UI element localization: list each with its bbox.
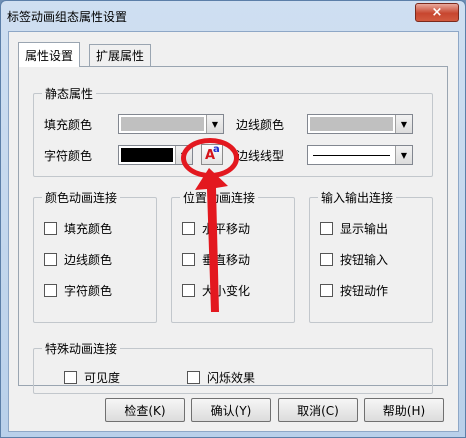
char-color-swatch bbox=[121, 148, 173, 162]
checkbox-label: 填充颜色 bbox=[64, 222, 113, 236]
font-settings-button[interactable]: A a bbox=[201, 144, 223, 165]
chevron-down-icon[interactable]: ▼ bbox=[175, 146, 192, 164]
tab-property-settings[interactable]: 属性设置 bbox=[18, 42, 81, 67]
checkbox[interactable] bbox=[187, 371, 200, 384]
char-color-label: 字符颜色 bbox=[44, 149, 93, 163]
check-button[interactable]: 检查(K) bbox=[105, 398, 185, 422]
checkbox-label: 按钮动作 bbox=[340, 284, 389, 298]
tab-panel: 静态属性 填充颜色 ▼ 边线颜色 ▼ 字符颜色 ▼ A a 边线线型 ▼ 颜色动… bbox=[18, 66, 448, 394]
border-color-label: 边线颜色 bbox=[236, 118, 285, 132]
window-title: 标签动画组态属性设置 bbox=[7, 9, 128, 24]
fill-color-select[interactable]: ▼ bbox=[118, 114, 224, 134]
font-icon-letter-small: a bbox=[213, 144, 220, 155]
checkbox-vertical-move[interactable]: 垂直移动 bbox=[182, 251, 250, 268]
group-title: 位置动画连接 bbox=[180, 189, 259, 206]
checkbox[interactable] bbox=[182, 253, 195, 266]
chevron-down-icon[interactable]: ▼ bbox=[206, 115, 223, 133]
special-animation-group: 特殊动画连接 可见度 闪烁效果 bbox=[33, 340, 433, 394]
checkbox-visibility[interactable]: 可见度 bbox=[64, 369, 120, 386]
fill-color-swatch bbox=[121, 117, 204, 131]
cancel-button[interactable]: 取消(C) bbox=[278, 398, 358, 422]
checkbox-label: 按钮输入 bbox=[340, 253, 389, 267]
checkbox-label: 边线颜色 bbox=[64, 253, 113, 267]
dialog-window: 标签动画组态属性设置 × 属性设置 扩展属性 静态属性 填充颜色 ▼ 边线颜色 bbox=[0, 0, 466, 438]
group-title: 输入输出连接 bbox=[318, 189, 397, 206]
checkbox[interactable] bbox=[320, 222, 333, 235]
checkbox-label: 闪烁效果 bbox=[207, 371, 256, 385]
fill-color-label: 填充颜色 bbox=[44, 118, 93, 132]
checkbox-label: 大小变化 bbox=[202, 284, 251, 298]
checkbox[interactable] bbox=[44, 253, 57, 266]
position-animation-group: 位置动画连接 水平移动 垂直移动 大小变化 bbox=[171, 189, 295, 323]
checkbox-label: 可见度 bbox=[84, 371, 121, 385]
checkbox[interactable] bbox=[320, 284, 333, 297]
border-style-select[interactable]: ▼ bbox=[307, 145, 413, 165]
border-color-select[interactable]: ▼ bbox=[307, 114, 413, 134]
checkbox[interactable] bbox=[182, 284, 195, 297]
checkbox-button-input[interactable]: 按钮输入 bbox=[320, 251, 388, 268]
close-icon: × bbox=[431, 5, 443, 20]
close-button[interactable]: × bbox=[415, 3, 459, 22]
static-properties-group: 静态属性 填充颜色 ▼ 边线颜色 ▼ 字符颜色 ▼ A a 边线线型 ▼ bbox=[33, 85, 433, 177]
chevron-down-icon[interactable]: ▼ bbox=[395, 146, 412, 164]
checkbox-blink-effect[interactable]: 闪烁效果 bbox=[187, 369, 255, 386]
checkbox-label: 显示输出 bbox=[340, 222, 389, 236]
ok-button[interactable]: 确认(Y) bbox=[191, 398, 271, 422]
checkbox[interactable] bbox=[320, 253, 333, 266]
checkbox[interactable] bbox=[44, 222, 57, 235]
color-animation-group: 颜色动画连接 填充颜色 边线颜色 字符颜色 bbox=[33, 189, 157, 323]
checkbox-fill-color[interactable]: 填充颜色 bbox=[44, 220, 112, 237]
checkbox-size-change[interactable]: 大小变化 bbox=[182, 282, 250, 299]
checkbox-char-color[interactable]: 字符颜色 bbox=[44, 282, 112, 299]
io-connection-group: 输入输出连接 显示输出 按钮输入 按钮动作 bbox=[309, 189, 433, 323]
dialog-client-area: 属性设置 扩展属性 静态属性 填充颜色 ▼ 边线颜色 ▼ 字符颜色 ▼ A a … bbox=[8, 31, 459, 432]
tab-label: 属性设置 bbox=[25, 48, 74, 63]
checkbox[interactable] bbox=[64, 371, 77, 384]
chevron-down-icon[interactable]: ▼ bbox=[395, 115, 412, 133]
border-style-preview bbox=[310, 148, 393, 162]
checkbox-horizontal-move[interactable]: 水平移动 bbox=[182, 220, 250, 237]
checkbox-button-action[interactable]: 按钮动作 bbox=[320, 282, 388, 299]
tab-extended-properties[interactable]: 扩展属性 bbox=[89, 44, 152, 66]
help-button[interactable]: 帮助(H) bbox=[364, 398, 444, 422]
char-color-select[interactable]: ▼ bbox=[118, 145, 193, 165]
group-title: 特殊动画连接 bbox=[42, 340, 121, 357]
checkbox[interactable] bbox=[182, 222, 195, 235]
checkbox-border-color[interactable]: 边线颜色 bbox=[44, 251, 112, 268]
title-bar[interactable]: 标签动画组态属性设置 bbox=[1, 1, 465, 31]
group-title: 静态属性 bbox=[42, 85, 97, 102]
border-color-swatch bbox=[310, 117, 393, 131]
checkbox-label: 垂直移动 bbox=[202, 253, 251, 267]
checkbox[interactable] bbox=[44, 284, 57, 297]
group-title: 颜色动画连接 bbox=[42, 189, 121, 206]
checkbox-label: 字符颜色 bbox=[64, 284, 113, 298]
font-icon: A a bbox=[202, 144, 222, 164]
checkbox-display-output[interactable]: 显示输出 bbox=[320, 220, 388, 237]
border-style-label: 边线线型 bbox=[236, 149, 285, 163]
tab-label: 扩展属性 bbox=[96, 49, 145, 63]
checkbox-label: 水平移动 bbox=[202, 222, 251, 236]
